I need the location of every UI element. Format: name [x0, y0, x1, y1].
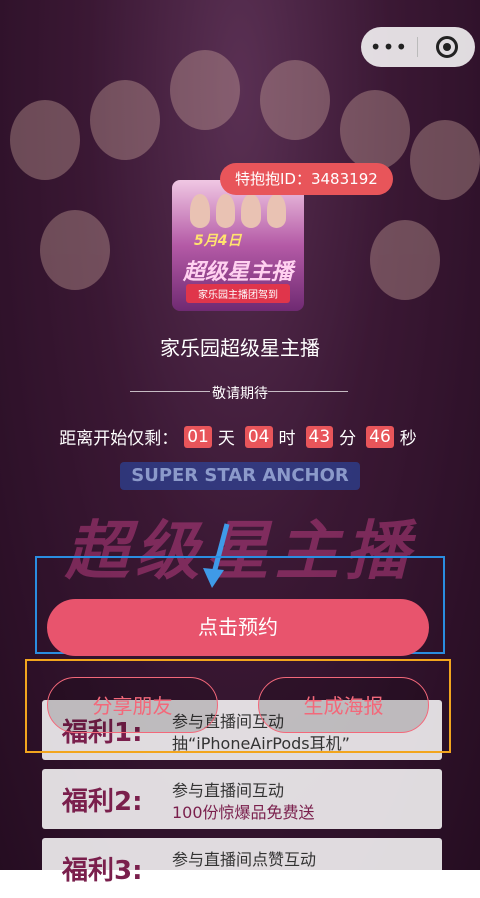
benefit-tag: 福利2:: [62, 787, 143, 817]
benefit-card-3: 福利3: 参与直播间点赞互动: [42, 838, 442, 898]
countdown-minutes: 43: [305, 425, 334, 448]
countdown-seconds: 46: [366, 425, 394, 448]
cover-subtitle: 家乐园主播团驾到: [186, 284, 290, 303]
reserve-button[interactable]: 点击预约: [47, 599, 429, 656]
cover-title: 超级星主播: [182, 260, 293, 285]
miniprogram-capsule: •••: [361, 27, 475, 67]
benefit-line-2: 100份惊爆品免费送: [172, 803, 315, 822]
benefit-card-2: 福利2: 参与直播间互动 100份惊爆品免费送: [42, 769, 442, 829]
countdown: 距离开始仅剩： 01 天 04 时 43 分 46 秒: [0, 424, 480, 449]
cover-date: 5月4日: [194, 233, 242, 249]
live-title: 家乐园超级星主播: [160, 336, 320, 360]
background-stage-title: SUPER STAR ANCHOR 超级星主播: [40, 400, 440, 589]
status-text: 敬请期待: [212, 386, 268, 402]
countdown-minutes-unit: 分: [339, 429, 357, 449]
share-friends-button[interactable]: 分享朋友: [47, 677, 218, 733]
generate-poster-button[interactable]: 生成海报: [258, 677, 429, 733]
countdown-hours: 04: [244, 425, 273, 448]
countdown-days: 01: [184, 425, 212, 448]
live-id-badge: 特抱抱ID：3483192: [220, 163, 393, 195]
record-circle-icon[interactable]: [418, 36, 475, 58]
countdown-seconds-unit: 秒: [399, 429, 417, 449]
countdown-hours-unit: 时: [278, 429, 296, 449]
more-dots-icon[interactable]: •••: [361, 35, 417, 59]
countdown-days-unit: 天: [217, 429, 235, 449]
benefit-tag: 福利3:: [62, 856, 143, 886]
divider-right: [268, 391, 348, 392]
countdown-prefix: 距离开始仅剩：: [59, 429, 179, 449]
cover-people: [190, 194, 286, 228]
benefit-line-1: 参与直播间点赞互动: [172, 850, 317, 869]
background-stage-band: SUPER STAR ANCHOR: [120, 462, 360, 490]
live-cover-image: 5月4日 超级星主播 家乐园主播团驾到: [172, 180, 304, 311]
benefit-line-1: 参与直播间互动: [172, 781, 285, 800]
